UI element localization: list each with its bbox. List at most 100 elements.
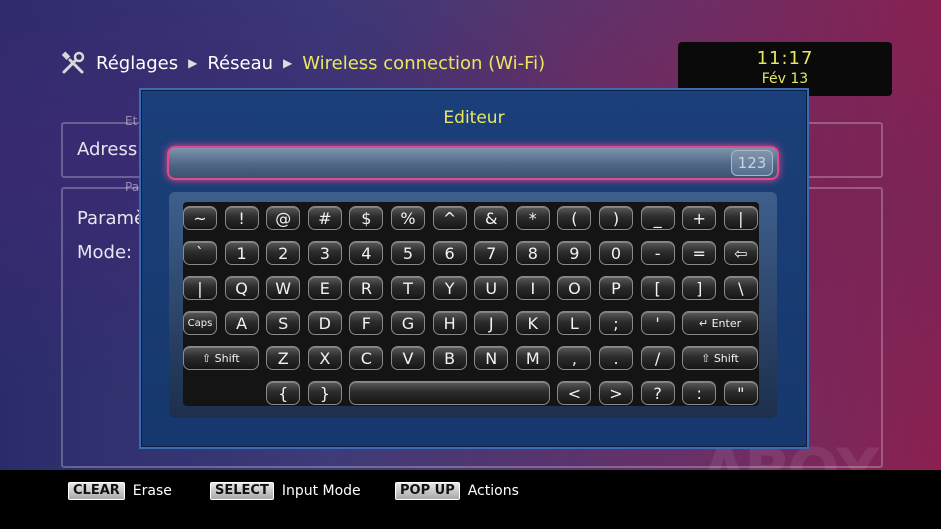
select-key-badge: SELECT (210, 482, 274, 500)
key[interactable]: B (432, 346, 467, 370)
tools-icon (61, 51, 85, 74)
key[interactable]: $ (349, 206, 384, 230)
breadcrumb-item-network[interactable]: Réseau (207, 53, 273, 74)
key[interactable]: 6 (432, 241, 467, 265)
key[interactable]: K (515, 311, 550, 335)
key[interactable]: + (682, 206, 717, 230)
key[interactable]: _ (640, 206, 675, 230)
key[interactable]: } (307, 381, 342, 405)
breadcrumb-item-settings[interactable]: Réglages (96, 53, 178, 74)
key[interactable]: & (474, 206, 509, 230)
footer-select[interactable]: SELECT Input Mode (210, 482, 361, 500)
key[interactable]: { (266, 381, 301, 405)
clock-date: Fév 13 (761, 71, 809, 87)
key[interactable]: # (307, 206, 342, 230)
key[interactable]: ~ (183, 206, 217, 230)
breadcrumb-separator-icon: ▶ (283, 56, 293, 70)
key[interactable]: [ (640, 276, 675, 300)
editor-dialog: Editeur 123 ~! @ # $% ^ & *() _ + | ` 1 2 3 4 5 6 7 8 9 0- = ⇦… (139, 88, 809, 449)
key[interactable]: E (307, 276, 342, 300)
key[interactable]: ` (183, 241, 217, 265)
key[interactable]: 5 (391, 241, 425, 265)
breadcrumb: Réglages ▶ Réseau ▶ Wireless connection … (60, 50, 545, 76)
key[interactable]: N (474, 346, 509, 370)
key[interactable]: 2 (266, 241, 301, 265)
key[interactable]: L (557, 311, 592, 335)
key[interactable]: 3 (307, 241, 342, 265)
key[interactable]: P (599, 276, 633, 300)
key[interactable]: ; (599, 311, 633, 335)
key[interactable]: = (682, 241, 717, 265)
key[interactable]: Z (266, 346, 301, 370)
editor-input[interactable]: 123 (167, 146, 779, 180)
key[interactable]: M (515, 346, 550, 370)
key[interactable]: A (224, 311, 259, 335)
key[interactable]: O (557, 276, 592, 300)
key[interactable]: / (640, 346, 675, 370)
key[interactable]: 9 (557, 241, 592, 265)
key[interactable]: S (266, 311, 301, 335)
key[interactable]: | (723, 206, 758, 230)
key[interactable]: U (474, 276, 509, 300)
footer-bar: CLEAR Erase SELECT Input Mode POP UP Act… (0, 470, 941, 529)
key[interactable]: ! (224, 206, 259, 230)
input-mode-badge[interactable]: 123 (731, 150, 773, 176)
clear-key-badge: CLEAR (68, 482, 125, 500)
key[interactable]: G (391, 311, 425, 335)
key[interactable]: 8 (515, 241, 550, 265)
key[interactable]: Q (224, 276, 259, 300)
enter-key[interactable]: ↵ Enter (682, 311, 758, 335)
space-key[interactable] (349, 381, 550, 405)
background-legend-2: Pa (125, 180, 140, 194)
key[interactable]: * (515, 206, 550, 230)
footer-clear[interactable]: CLEAR Erase (68, 482, 172, 500)
shift-label: Shift (214, 351, 240, 365)
shift-key-right[interactable]: ⇧ Shift (682, 346, 758, 370)
key[interactable]: @ (266, 206, 301, 230)
key[interactable]: 0 (599, 241, 633, 265)
footer-popup[interactable]: POP UP Actions (395, 482, 519, 500)
key[interactable]: \ (723, 276, 758, 300)
key[interactable]: . (599, 346, 633, 370)
key[interactable]: H (432, 311, 467, 335)
shift-key-left[interactable]: ⇧ Shift (183, 346, 259, 370)
key[interactable]: > (599, 381, 633, 405)
key[interactable]: 4 (349, 241, 384, 265)
key[interactable]: - (640, 241, 675, 265)
key[interactable]: V (391, 346, 425, 370)
key[interactable]: Y (432, 276, 467, 300)
key[interactable]: < (557, 381, 592, 405)
key[interactable]: | (183, 276, 217, 300)
key[interactable]: ^ (432, 206, 467, 230)
key[interactable]: ) (599, 206, 633, 230)
key[interactable]: , (557, 346, 592, 370)
shift-icon: ⇧ (201, 351, 212, 365)
enter-icon: ↵ (698, 316, 709, 330)
key[interactable]: ] (682, 276, 717, 300)
keyboard-frame: ~! @ # $% ^ & *() _ + | ` 1 2 3 4 5 6 7 8 9 0- = ⇦ | Q W E R T Y U I O P[… (169, 192, 777, 418)
key[interactable]: 7 (474, 241, 509, 265)
key[interactable]: D (307, 311, 342, 335)
key[interactable]: : (682, 381, 717, 405)
key[interactable]: R (349, 276, 384, 300)
clear-label: Erase (132, 483, 172, 499)
key[interactable]: 1 (224, 241, 259, 265)
background-label-params: Paramè (77, 208, 146, 229)
shift-label: Shift (713, 351, 739, 365)
key[interactable]: C (349, 346, 384, 370)
key[interactable]: X (307, 346, 342, 370)
shift-icon: ⇧ (701, 351, 711, 365)
key[interactable]: ' (640, 311, 675, 335)
caps-lock-key[interactable]: Caps (183, 311, 217, 335)
key[interactable]: % (391, 206, 425, 230)
key[interactable]: F (349, 311, 384, 335)
key[interactable]: W (266, 276, 301, 300)
popup-key-badge: POP UP (395, 482, 460, 500)
key[interactable]: " (723, 381, 758, 405)
key[interactable]: J (474, 311, 509, 335)
key[interactable]: T (391, 276, 425, 300)
key[interactable]: I (515, 276, 550, 300)
key[interactable]: ( (557, 206, 592, 230)
key[interactable]: ? (640, 381, 675, 405)
key[interactable]: ⇦ (723, 241, 758, 265)
